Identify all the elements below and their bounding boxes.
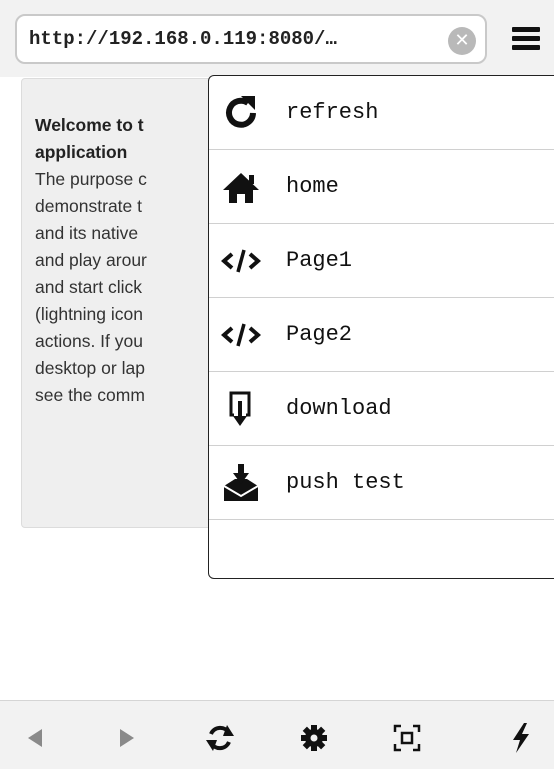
back-icon[interactable] xyxy=(18,721,52,755)
address-bar: http://192.168.0.119:8080/… ✕ xyxy=(0,0,554,77)
forward-icon[interactable] xyxy=(110,721,144,755)
menu-item-push-test[interactable]: push test xyxy=(209,446,554,520)
menu-item-refresh[interactable]: refresh xyxy=(209,76,554,150)
fullscreen-icon[interactable] xyxy=(390,721,424,755)
url-input[interactable]: http://192.168.0.119:8080/… ✕ xyxy=(15,14,487,64)
code-icon xyxy=(221,323,261,347)
push-notification-icon xyxy=(223,464,259,501)
clear-url-icon[interactable]: ✕ xyxy=(448,27,476,55)
menu-item-label: home xyxy=(286,174,339,199)
menu-item-download[interactable]: download xyxy=(209,372,554,446)
menu-bar-line xyxy=(512,45,540,50)
menu-bar-line xyxy=(512,36,540,41)
dropdown-menu: refresh home Page1 Page2 download push t… xyxy=(208,75,554,579)
menu-item-label: Page2 xyxy=(286,322,353,347)
code-icon xyxy=(221,249,261,273)
settings-icon[interactable] xyxy=(297,721,331,755)
download-icon xyxy=(229,391,251,426)
bottom-toolbar xyxy=(0,700,554,769)
menu-item-label: Page1 xyxy=(286,248,353,273)
menu-item-label: push test xyxy=(286,470,405,495)
menu-item-home[interactable]: home xyxy=(209,150,554,224)
url-text[interactable]: http://192.168.0.119:8080/… xyxy=(29,26,439,52)
menu-item-label: download xyxy=(286,396,392,421)
refresh-icon xyxy=(226,96,256,128)
menu-bar-line xyxy=(512,27,540,32)
menu-item-page2[interactable]: Page2 xyxy=(209,298,554,372)
menu-item-label: refresh xyxy=(286,100,379,125)
reload-icon[interactable] xyxy=(203,721,237,755)
menu-item-page1[interactable]: Page1 xyxy=(209,224,554,298)
hamburger-menu-button[interactable] xyxy=(512,25,542,53)
home-icon xyxy=(223,173,259,203)
lightning-icon[interactable] xyxy=(504,721,538,755)
